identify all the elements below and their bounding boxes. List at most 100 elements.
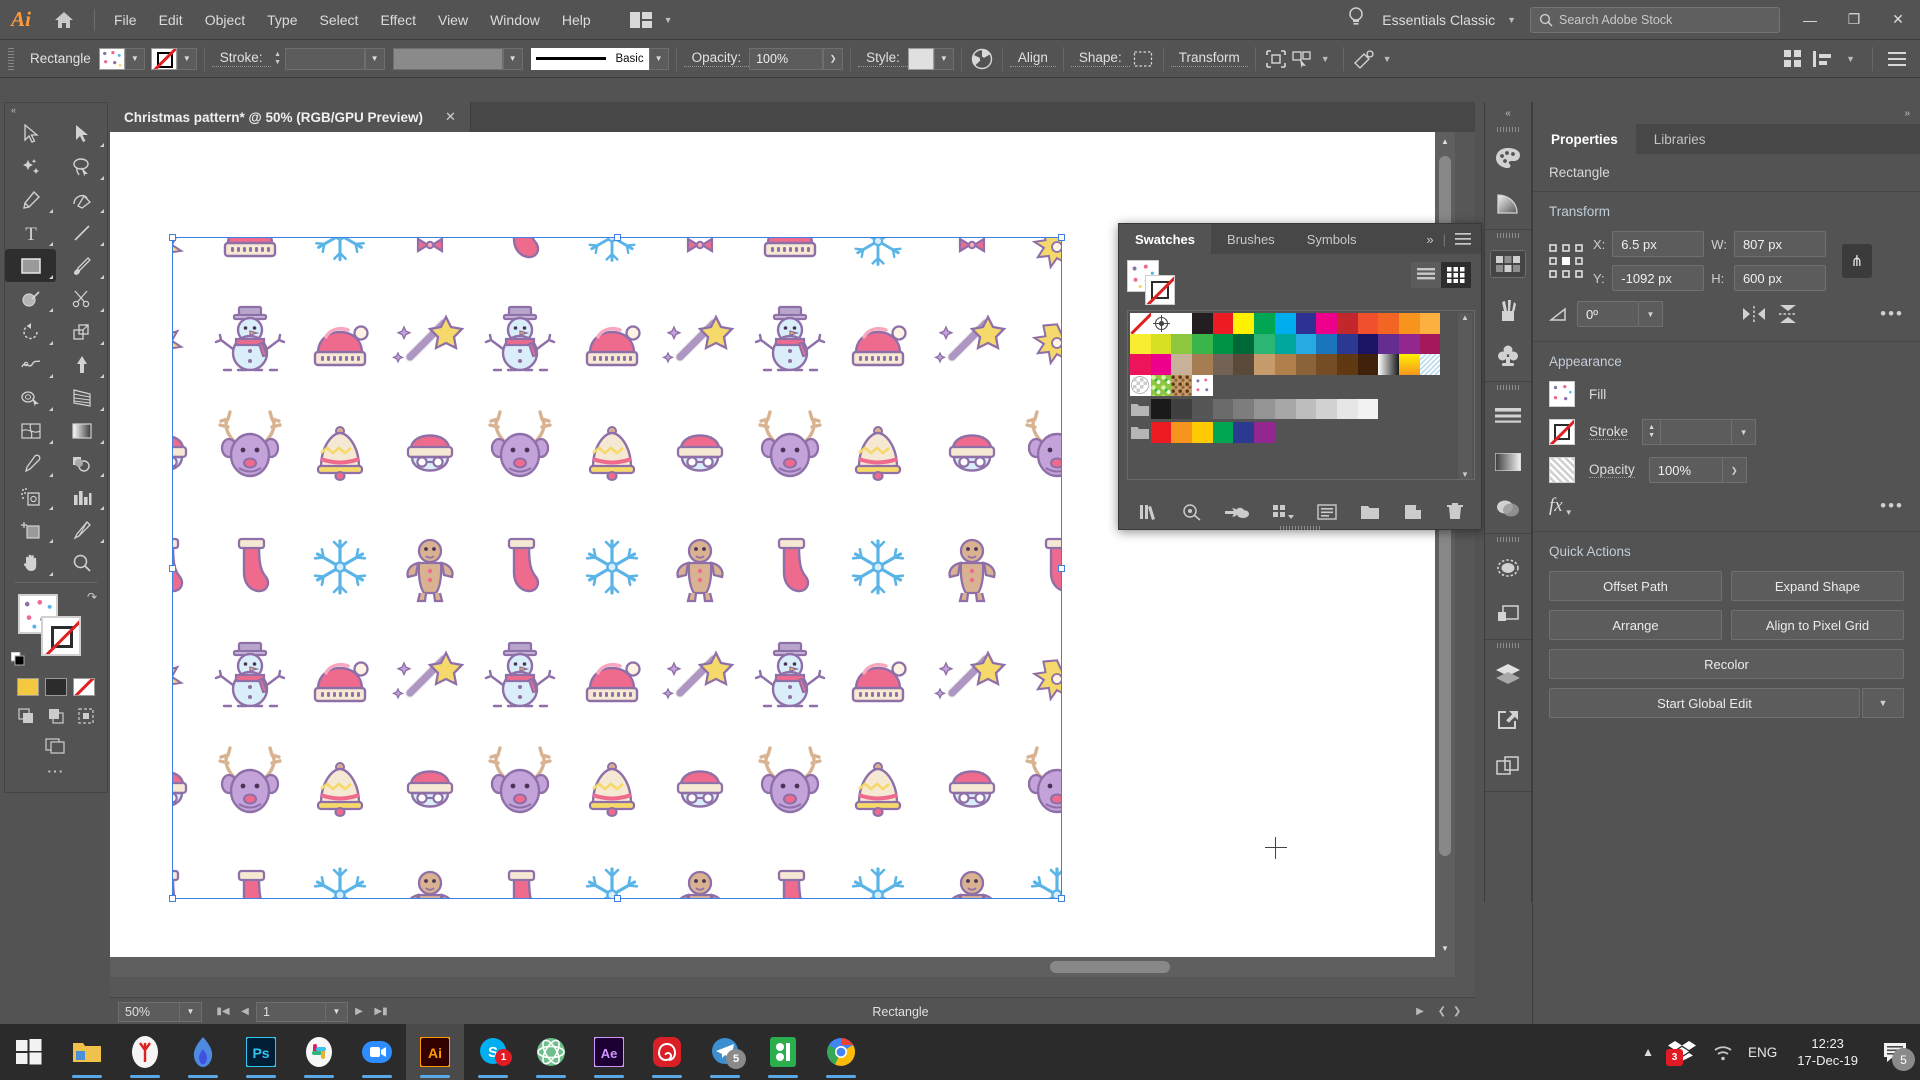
swatch-color[interactable]	[1419, 313, 1441, 334]
swatch-pattern-checker[interactable]	[1130, 375, 1151, 396]
color-themes-icon[interactable]	[1182, 503, 1202, 521]
w-field[interactable]: 807 px	[1733, 231, 1826, 257]
swatch-libraries-icon[interactable]	[1139, 503, 1159, 521]
swatch-color[interactable]	[1357, 398, 1379, 420]
swatches-resize-grip[interactable]	[1119, 525, 1481, 531]
swatch-color[interactable]	[1398, 313, 1420, 334]
dock-grip[interactable]	[1485, 124, 1531, 135]
stroke-weight-dropdown[interactable]: ▼	[1732, 419, 1757, 445]
eyedropper-tool[interactable]	[5, 447, 56, 480]
symbol-sprayer-tool[interactable]	[5, 480, 56, 513]
shaper-tool[interactable]	[5, 282, 56, 315]
workspace-switcher[interactable]: Essentials Classic	[1376, 12, 1501, 28]
grid-view-button[interactable]	[1441, 262, 1471, 288]
swatch-color[interactable]	[1212, 422, 1234, 444]
swatch-color[interactable]	[1274, 313, 1296, 334]
scale-tool[interactable]	[56, 315, 107, 348]
fx-button[interactable]: fx	[1549, 495, 1563, 517]
fx-chevron-icon[interactable]: ▼	[1565, 508, 1573, 517]
status-right-icon[interactable]: ❯	[1453, 1001, 1475, 1023]
taskbar-zoom-meetings[interactable]	[348, 1024, 406, 1080]
opacity-expand-button[interactable]: ❯	[1722, 457, 1747, 483]
menu-help[interactable]: Help	[551, 0, 602, 40]
transparency-icon[interactable]	[1485, 485, 1531, 531]
mesh-tool[interactable]	[5, 414, 56, 447]
flip-horizontal-icon[interactable]	[1741, 304, 1767, 324]
swatches-icon[interactable]	[1485, 241, 1531, 287]
align-label[interactable]: Align	[1009, 50, 1056, 67]
swatch-color[interactable]	[1254, 333, 1275, 355]
lasso-tool[interactable]	[56, 150, 107, 183]
curvature-tool[interactable]	[56, 183, 107, 216]
default-fill-stroke-icon[interactable]	[10, 651, 25, 666]
tab-brushes[interactable]: Brushes	[1211, 224, 1291, 254]
align-to-pixel-grid-button[interactable]: Align to Pixel Grid	[1731, 610, 1904, 640]
delete-swatch-icon[interactable]	[1446, 503, 1464, 521]
taskbar-bitbucket[interactable]	[754, 1024, 812, 1080]
global-edit-options-chevron-icon[interactable]: ▼	[1862, 688, 1904, 718]
menu-object[interactable]: Object	[194, 0, 256, 40]
swatch-color[interactable]	[1171, 354, 1193, 376]
swatch-options-icon[interactable]	[1316, 503, 1337, 521]
taskbar-chrome[interactable]	[812, 1024, 870, 1080]
menu-type[interactable]: Type	[256, 0, 308, 40]
width-profile-dropdown[interactable]: ▼	[502, 47, 523, 70]
zoom-tool[interactable]	[56, 546, 107, 579]
opacity-label[interactable]: Opacity	[1589, 462, 1635, 478]
swatch-color[interactable]	[1212, 313, 1234, 334]
stroke-weight-stepper[interactable]: ▲ ▼	[271, 48, 285, 70]
stroke-icon[interactable]	[1485, 393, 1531, 439]
swatch-color[interactable]	[1274, 354, 1296, 376]
swatches-overflow-icon[interactable]: »	[1426, 232, 1433, 247]
appearance-more-options[interactable]: •••	[1880, 496, 1904, 516]
select-similar-chevron-icon[interactable]: ▼	[1315, 54, 1336, 64]
swatch-color[interactable]	[1130, 333, 1151, 355]
status-expand-icon[interactable]: ▶	[1409, 1001, 1431, 1023]
x-field[interactable]: 6.5 px	[1612, 231, 1705, 257]
horizontal-scrollbar[interactable]	[110, 957, 1455, 977]
stroke-label[interactable]: Stroke	[1589, 424, 1629, 440]
adobe-stock-search[interactable]: Search Adobe Stock	[1530, 6, 1780, 33]
swatch-color[interactable]	[1295, 333, 1317, 355]
search-help-icon[interactable]	[1336, 7, 1376, 32]
color-palette-icon[interactable]	[1485, 135, 1531, 181]
grid-view-icon[interactable]	[1780, 46, 1806, 72]
menu-window[interactable]: Window	[479, 0, 551, 40]
swatch-scroll-up-icon[interactable]: ▲	[1461, 313, 1469, 322]
swatch-color[interactable]	[1212, 333, 1234, 355]
appearance-icon[interactable]	[1485, 545, 1531, 591]
language-indicator[interactable]: ENG	[1748, 1045, 1777, 1060]
width-tool[interactable]	[5, 348, 56, 381]
swatch-color[interactable]	[1233, 313, 1255, 334]
swatch-color[interactable]	[1254, 422, 1275, 444]
swatch-color[interactable]	[1419, 333, 1441, 355]
expand-shape-button[interactable]: Expand Shape	[1731, 571, 1904, 601]
taskbar-slack[interactable]	[290, 1024, 348, 1080]
tray-expand-icon[interactable]: ▲	[1642, 1045, 1654, 1059]
swatch-color[interactable]	[1357, 313, 1379, 334]
swatch-color[interactable]	[1192, 354, 1213, 376]
swatch-color[interactable]	[1233, 354, 1255, 376]
toolbar-stroke-swatch[interactable]	[41, 616, 81, 656]
variable-width-profile[interactable]	[392, 47, 503, 70]
zoom-level-field[interactable]: 50%	[118, 1001, 180, 1022]
first-artboard-button[interactable]: ▮◀	[212, 1001, 234, 1023]
prev-artboard-button[interactable]: ◀	[234, 1001, 256, 1023]
color-mode-color[interactable]	[17, 678, 39, 696]
taskbar-telegram[interactable]: 5	[696, 1024, 754, 1080]
swatch-pattern[interactable]	[1419, 354, 1441, 376]
document-setup-chevron-icon[interactable]: ▼	[1377, 54, 1398, 64]
swatch-color[interactable]	[1192, 398, 1213, 420]
toolbar-grip[interactable]: «	[5, 103, 107, 117]
rotate-tool[interactable]	[5, 315, 56, 348]
stroke-weight-control[interactable]: ▲ ▼ ▼	[1642, 419, 1757, 445]
swatch-color[interactable]	[1295, 313, 1317, 334]
swatch-color[interactable]	[1336, 354, 1358, 376]
asset-export-icon[interactable]	[1485, 743, 1531, 789]
graphic-style-swatch[interactable]	[907, 47, 934, 70]
artboards-icon[interactable]	[1485, 697, 1531, 743]
stroke-weight-dropdown[interactable]: ▼	[364, 47, 385, 70]
scroll-down-icon[interactable]: ▼	[1435, 939, 1455, 957]
swatch-gradient[interactable]	[1378, 354, 1399, 376]
new-color-group-icon[interactable]	[1360, 503, 1380, 521]
